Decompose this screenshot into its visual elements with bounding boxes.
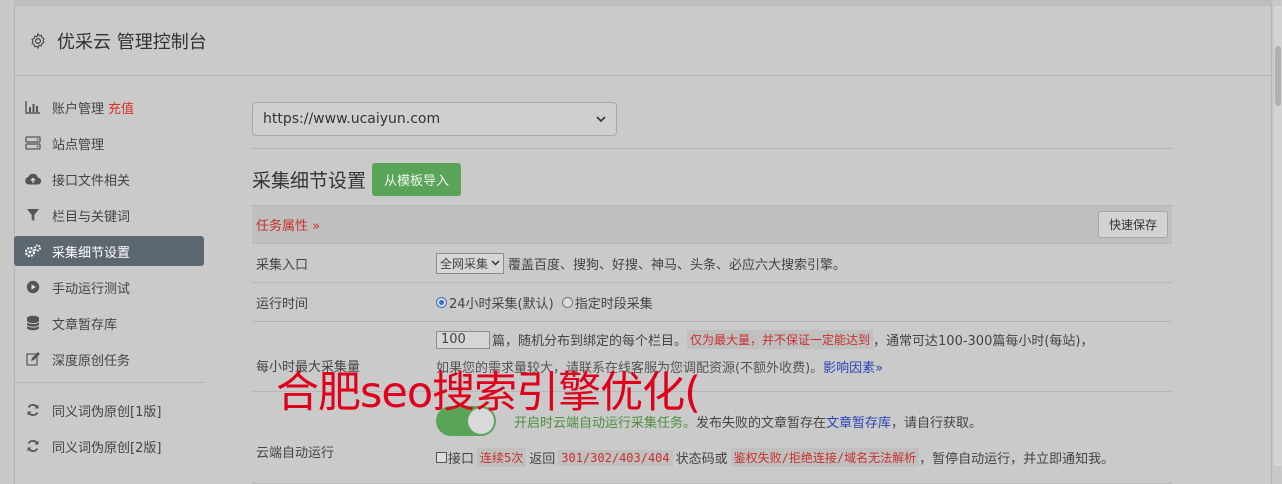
code-status: 301/302/403/404 xyxy=(558,449,673,466)
scrollbar-thumb[interactable] xyxy=(1275,46,1281,106)
table-row: 采集入口 全网采集 覆盖百度、搜狗、好搜、神马、头条、必应六大搜索引擎。 xyxy=(252,244,1172,283)
watermark-text: 合肥seo搜索引擎优化( xyxy=(276,368,701,418)
sidebar-item-label: 手动运行测试 xyxy=(52,281,131,297)
divider xyxy=(252,148,1172,149)
table-row: 运行时间 24小时采集(默认) 指定时段采集 xyxy=(252,283,1172,322)
sidebar-item-label: 账户管理 xyxy=(52,101,105,117)
gear-icon xyxy=(31,32,45,49)
chevron-down-icon xyxy=(491,260,500,266)
page-title: 优采云 管理控制台 xyxy=(57,31,207,53)
chevron-down-icon xyxy=(596,115,606,122)
impact-factors-link[interactable]: 影响因素» xyxy=(823,357,883,376)
radio-dot-checked xyxy=(436,296,447,308)
gears-icon xyxy=(24,243,42,259)
site-url-value: https://www.ucaiyun.com xyxy=(263,111,441,127)
row-body: 24小时采集(默认) 指定时段采集 xyxy=(436,283,1172,321)
cloud-text-4: 返回 xyxy=(529,452,556,467)
settings-table: 任务属性 » 快速保存 采集入口 全网采集 覆盖百度、搜狗、好搜、神马、头条、必… xyxy=(252,205,1172,484)
sidebar-item-collect-settings[interactable]: 采集细节设置 xyxy=(14,236,204,266)
radio-label: 24小时采集(默认) xyxy=(449,296,554,312)
sidebar-item-account[interactable]: 账户管理 充值 xyxy=(14,92,204,122)
section-title: 采集细节设置 xyxy=(252,169,367,192)
server-icon xyxy=(24,135,42,151)
api-checkbox[interactable] xyxy=(436,452,447,463)
sidebar-item-api-files[interactable]: 接口文件相关 xyxy=(14,164,204,194)
page-scrollbar[interactable] xyxy=(1274,6,1282,466)
radio-dot xyxy=(561,296,573,308)
code-consecutive: 连续5次 xyxy=(477,448,527,467)
article-store-link[interactable]: 文章暂存库 xyxy=(826,412,891,431)
play-circle-icon xyxy=(24,279,42,295)
edit-icon xyxy=(24,351,42,367)
sidebar-item-label: 深度原创任务 xyxy=(52,353,131,369)
max-text-1: 篇，随机分布到绑定的每个栏目。 xyxy=(492,334,688,349)
sidebar-item-synonym-v1[interactable]: 同义词伪原创[1版] xyxy=(14,395,204,425)
sidebar-divider xyxy=(14,382,204,383)
refresh-icon xyxy=(24,438,42,454)
collect-entry-value: 全网采集 xyxy=(440,256,489,271)
sidebar-item-columns-keywords[interactable]: 栏目与关键词 xyxy=(14,200,204,230)
database-icon xyxy=(24,315,42,331)
entry-description: 覆盖百度、搜狗、好搜、神马、头条、必应六大搜索引擎。 xyxy=(508,257,847,273)
sidebar-item-manual-run[interactable]: 手动运行测试 xyxy=(14,272,204,302)
sidebar-item-label: 同义词伪原创[1版] xyxy=(52,404,162,420)
sidebar-item-label: 同义词伪原创[2版] xyxy=(52,440,162,456)
cloud-text-5: 状态码或 xyxy=(675,452,728,467)
sidebar-item-label: 栏目与关键词 xyxy=(52,209,131,225)
filter-icon xyxy=(24,207,42,223)
sidebar-item-synonym-v2[interactable]: 同义词伪原创[2版] xyxy=(14,431,204,461)
main-content: https://www.ucaiyun.com 采集细节设置 从模板导入 任务属… xyxy=(252,102,1172,484)
runtime-24h-radio[interactable]: 24小时采集(默认) xyxy=(436,293,554,312)
row-body: 全网采集 覆盖百度、搜狗、好搜、神马、头条、必应六大搜索引擎。 xyxy=(436,244,1172,282)
sidebar-item-label: 接口文件相关 xyxy=(52,173,131,189)
row-label: 采集入口 xyxy=(256,257,309,273)
cloud-text-6: ，暂停自动运行，并立即通知我。 xyxy=(919,452,1115,467)
sidebar-item-article-store[interactable]: 文章暂存库 xyxy=(14,308,204,338)
cloud-text-3: ，请自行获取。 xyxy=(891,415,983,431)
site-url-select[interactable]: https://www.ucaiyun.com xyxy=(252,102,617,136)
collect-entry-select[interactable]: 全网采集 xyxy=(436,252,505,274)
cloud-upload-icon xyxy=(24,171,42,187)
task-attributes-toggle[interactable]: 任务属性 » xyxy=(256,215,320,234)
max-per-hour-input[interactable]: 100 xyxy=(436,330,490,349)
page-header: 优采云 管理控制台 xyxy=(15,6,1271,76)
table-header-row: 任务属性 » 快速保存 xyxy=(252,206,1172,244)
max-text-2: ，通常可达100-300篇每小时(每站)， xyxy=(873,334,1094,349)
sidebar-item-label: 采集细节设置 xyxy=(52,245,131,261)
sidebar: 账户管理 充值 站点管理 接口文件相关 栏目与关键词 采集细节设置 手动运行测试 xyxy=(14,92,204,467)
recharge-link[interactable]: 充值 xyxy=(108,98,134,117)
row-label: 运行时间 xyxy=(256,296,309,312)
quick-save-button[interactable]: 快速保存 xyxy=(1097,211,1168,238)
cloud-text-2: 发布失败的文章暂存在 xyxy=(696,415,827,431)
bar-chart-icon xyxy=(24,99,42,115)
sidebar-item-deep-original[interactable]: 深度原创任务 xyxy=(14,344,204,374)
sidebar-item-label: 文章暂存库 xyxy=(52,317,118,333)
import-template-button[interactable]: 从模板导入 xyxy=(372,162,462,196)
sidebar-item-label: 站点管理 xyxy=(52,137,105,153)
code-errors: 鉴权失败/拒绝连接/域名无法解析 xyxy=(730,448,920,467)
runtime-scheduled-radio[interactable]: 指定时段采集 xyxy=(561,293,653,312)
sidebar-item-sites[interactable]: 站点管理 xyxy=(14,128,204,158)
checkbox-label: 接口 xyxy=(448,452,475,467)
radio-label: 指定时段采集 xyxy=(574,296,653,312)
refresh-icon xyxy=(24,402,42,418)
section-header: 采集细节设置 从模板导入 xyxy=(252,162,1172,196)
max-note: 仅为最大量，并不保证一定能达到 xyxy=(687,330,874,349)
